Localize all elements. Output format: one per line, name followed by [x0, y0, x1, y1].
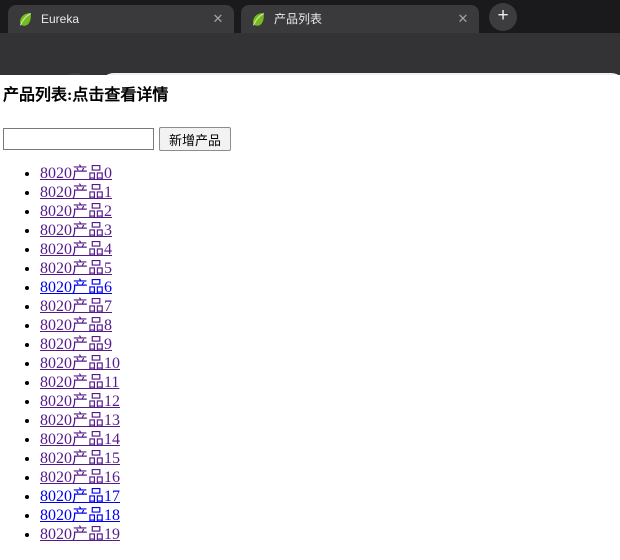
- list-item: 8020产品2: [40, 202, 620, 221]
- tab-products-active[interactable]: 产品列表 ✕: [241, 5, 479, 33]
- list-item: 8020产品18: [40, 506, 620, 525]
- list-item: 8020产品5: [40, 259, 620, 278]
- product-link[interactable]: 8020产品7: [40, 298, 112, 315]
- product-link[interactable]: 8020产品8: [40, 317, 112, 334]
- list-item: 8020产品1: [40, 183, 620, 202]
- list-item: 8020产品15: [40, 449, 620, 468]
- product-link[interactable]: 8020产品3: [40, 222, 112, 239]
- toolbar: localhost:8080/sell/products: [0, 33, 620, 75]
- tab-bar: Eureka ✕ 产品列表 ✕ +: [0, 0, 620, 33]
- product-link[interactable]: 8020产品4: [40, 241, 112, 258]
- product-link[interactable]: 8020产品11: [40, 374, 119, 391]
- product-name-input[interactable]: [3, 128, 154, 150]
- product-link[interactable]: 8020产品13: [40, 412, 120, 429]
- spring-leaf-icon: [18, 12, 33, 27]
- product-link[interactable]: 8020产品2: [40, 203, 112, 220]
- product-link[interactable]: 8020产品18: [40, 507, 120, 524]
- list-item: 8020产品4: [40, 240, 620, 259]
- product-link[interactable]: 8020产品9: [40, 336, 112, 353]
- product-list: 8020产品0 8020产品1 8020产品2 8020产品3 8020产品4 …: [0, 164, 620, 544]
- product-link[interactable]: 8020产品0: [40, 165, 112, 182]
- list-item: 8020产品10: [40, 354, 620, 373]
- product-link[interactable]: 8020产品19: [40, 526, 120, 543]
- tab-title: Eureka: [41, 5, 204, 33]
- new-tab-button[interactable]: +: [489, 3, 517, 31]
- product-link[interactable]: 8020产品16: [40, 469, 120, 486]
- list-item: 8020产品12: [40, 392, 620, 411]
- product-link[interactable]: 8020产品14: [40, 431, 120, 448]
- list-item: 8020产品13: [40, 411, 620, 430]
- add-product-button[interactable]: 新增产品: [159, 127, 231, 151]
- list-item: 8020产品8: [40, 316, 620, 335]
- spring-leaf-icon: [251, 12, 266, 27]
- product-link[interactable]: 8020产品15: [40, 450, 120, 467]
- product-link[interactable]: 8020产品17: [40, 488, 120, 505]
- product-link[interactable]: 8020产品5: [40, 260, 112, 277]
- product-link[interactable]: 8020产品1: [40, 184, 112, 201]
- product-link[interactable]: 8020产品6: [40, 279, 112, 296]
- close-tab-icon[interactable]: ✕: [455, 11, 471, 27]
- list-item: 8020产品16: [40, 468, 620, 487]
- list-item: 8020产品9: [40, 335, 620, 354]
- list-item: 8020产品17: [40, 487, 620, 506]
- close-tab-icon[interactable]: ✕: [210, 11, 226, 27]
- product-link[interactable]: 8020产品12: [40, 393, 120, 410]
- add-product-form: 新增产品: [3, 127, 620, 151]
- list-item: 8020产品19: [40, 525, 620, 544]
- page-content: 产品列表:点击查看详情 新增产品 8020产品0 8020产品1 8020产品2…: [0, 75, 620, 560]
- list-item: 8020产品14: [40, 430, 620, 449]
- list-item: 8020产品6: [40, 278, 620, 297]
- tab-eureka[interactable]: Eureka ✕: [8, 5, 234, 33]
- list-item: 8020产品11: [40, 373, 620, 392]
- browser-window: Eureka ✕ 产品列表 ✕ +: [0, 0, 620, 560]
- list-item: 8020产品7: [40, 297, 620, 316]
- page-title: 产品列表:点击查看详情: [3, 86, 620, 105]
- list-item: 8020产品3: [40, 221, 620, 240]
- list-item: 8020产品0: [40, 164, 620, 183]
- product-link[interactable]: 8020产品10: [40, 355, 120, 372]
- tab-title: 产品列表: [274, 5, 449, 33]
